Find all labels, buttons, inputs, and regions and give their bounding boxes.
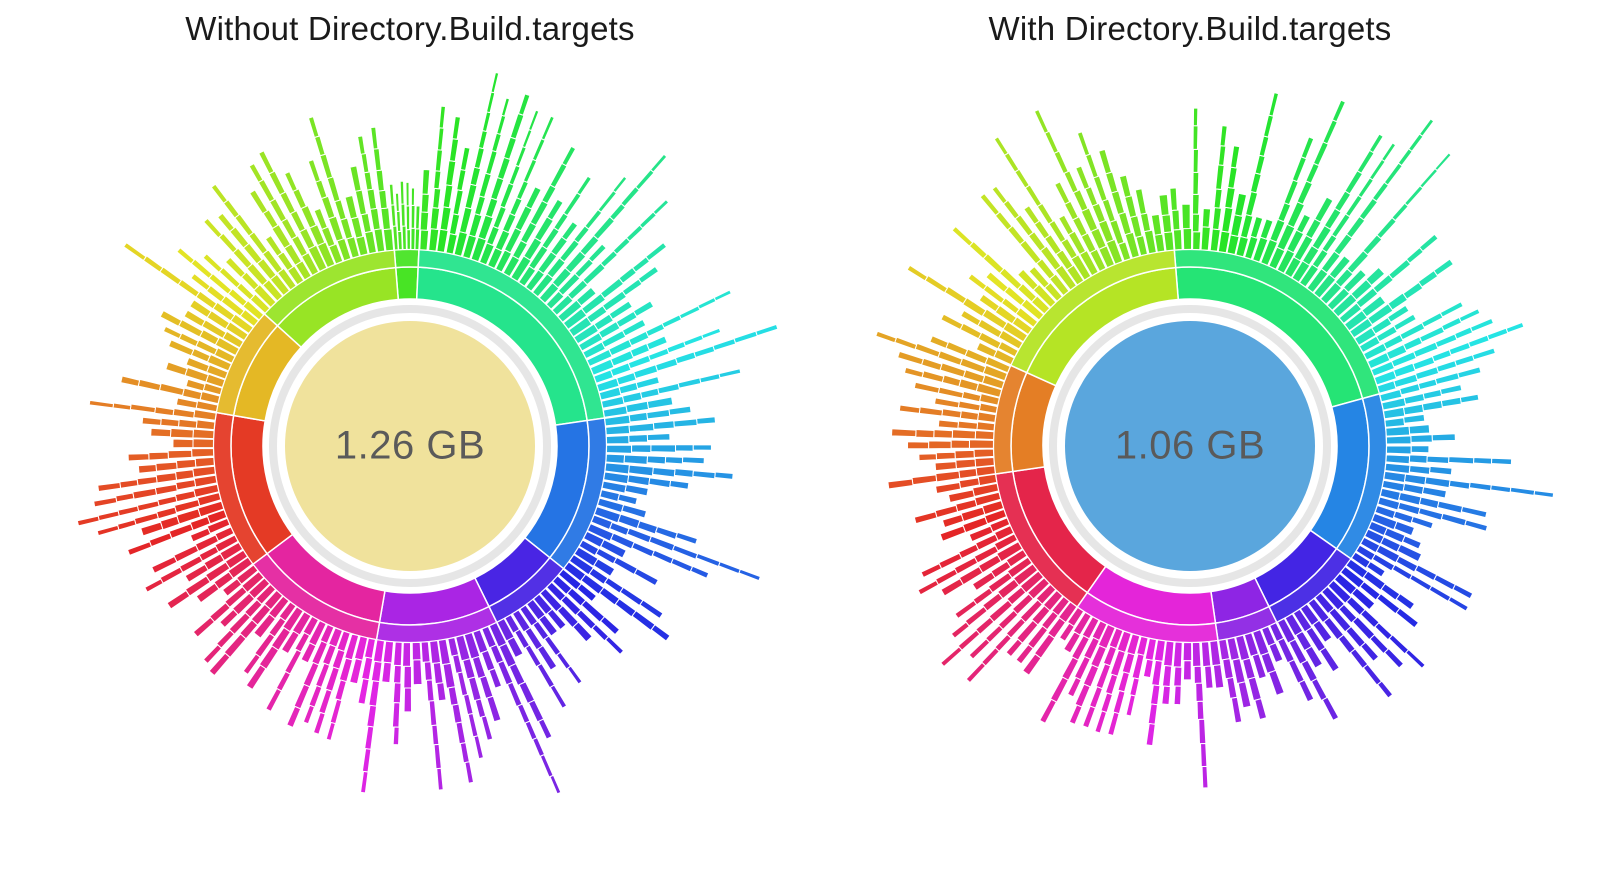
chart-panel-with: With Directory.Build.targets 1.06 GB bbox=[800, 10, 1580, 836]
sunburst-chart-without[interactable]: 1.26 GB bbox=[40, 56, 780, 836]
chart-title: With Directory.Build.targets bbox=[989, 10, 1392, 48]
charts-row: Without Directory.Build.targets 1.26 GB … bbox=[0, 0, 1600, 870]
sunburst-chart-with[interactable]: 1.06 GB bbox=[820, 56, 1560, 836]
chart-title: Without Directory.Build.targets bbox=[185, 10, 634, 48]
chart-panel-without: Without Directory.Build.targets 1.26 GB bbox=[20, 10, 800, 836]
